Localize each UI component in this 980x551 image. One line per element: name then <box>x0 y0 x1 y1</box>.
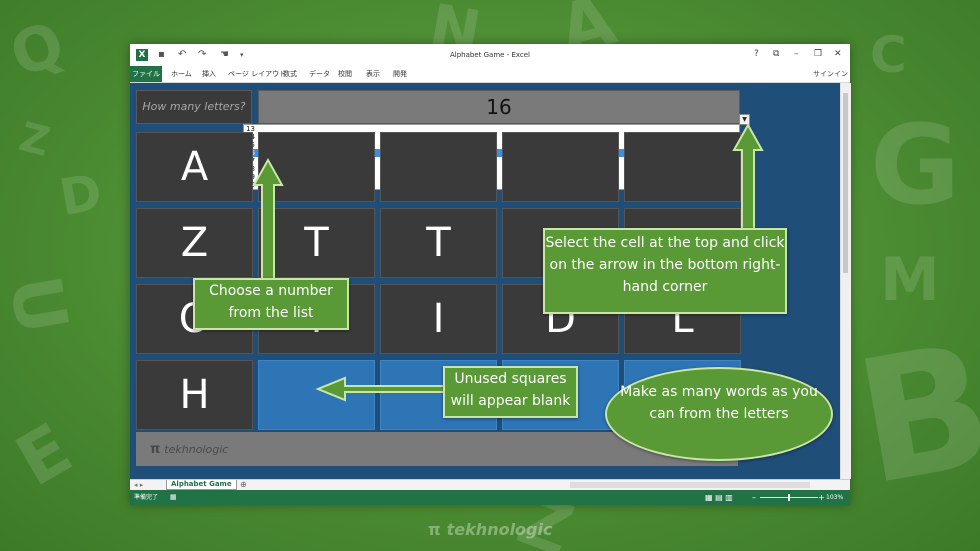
tab-review[interactable]: 校閲 <box>338 69 352 79</box>
zoom-out-icon[interactable]: – <box>752 490 756 505</box>
bg-letter: Q <box>1 8 74 92</box>
bg-letter: E <box>2 407 86 503</box>
sheet-nav-arrows-icon[interactable]: ◂ ▸ <box>134 480 143 490</box>
letter-square[interactable]: H <box>136 360 253 430</box>
view-buttons-icon[interactable]: ▦ ▤ ▥ <box>705 490 733 505</box>
callout-make-words: Make as many words as you can from the l… <box>605 367 833 461</box>
restore-icon[interactable]: ❐ <box>814 49 822 59</box>
status-bar: 準備完了 ▦ ▦ ▤ ▥ – + 103% <box>130 490 850 505</box>
vertical-scrollbar[interactable] <box>840 83 851 479</box>
zoom-slider-knob[interactable] <box>788 494 790 501</box>
close-icon[interactable]: ✕ <box>834 49 842 59</box>
letter-square[interactable] <box>258 360 375 430</box>
callout-make-text: Make as many words as you can from the l… <box>620 384 818 422</box>
macro-icon[interactable]: ▦ <box>170 490 177 505</box>
letter-square[interactable] <box>502 132 619 202</box>
logo-icon: π <box>428 520 441 539</box>
bg-letter: G <box>870 101 961 229</box>
letter-square[interactable]: T <box>380 208 497 278</box>
bg-letter: M <box>880 245 940 315</box>
tab-developer[interactable]: 開発 <box>393 69 407 79</box>
tab-data[interactable]: データ <box>309 69 330 79</box>
footer-logo-text: tekhnologic <box>164 443 229 456</box>
letter-square[interactable] <box>380 132 497 202</box>
tab-page-layout[interactable]: ページ レイアウト <box>228 69 286 79</box>
bg-letter: B <box>843 306 980 524</box>
zoom-level[interactable]: 103% <box>826 490 843 505</box>
bg-letter: C <box>870 26 907 84</box>
letter-count-cell[interactable]: 16 <box>258 90 740 124</box>
how-many-letters-label: How many letters? <box>136 90 252 124</box>
callout-select-text: Select the cell at the top and click on … <box>545 235 785 295</box>
callout-unused-squares: Unused squares will appear blank <box>443 366 578 418</box>
tab-view[interactable]: 表示 <box>366 69 380 79</box>
bg-letter: U <box>0 269 84 341</box>
tab-formulas[interactable]: 数式 <box>283 69 297 79</box>
letter-square[interactable]: A <box>136 132 253 202</box>
tab-insert[interactable]: 挿入 <box>202 69 216 79</box>
callout-choose-text: Choose a number from the list <box>209 283 333 321</box>
letter-square[interactable] <box>624 132 741 202</box>
letter-square[interactable]: I <box>380 284 497 354</box>
bottom-brand-logo: π tekhnologic <box>428 520 552 539</box>
status-ready: 準備完了 <box>134 494 159 501</box>
bg-letter: D <box>55 162 107 228</box>
tab-home[interactable]: ホーム <box>171 69 192 79</box>
callout-choose-number: Choose a number from the list <box>193 278 349 330</box>
sign-in-link[interactable]: サインイン <box>813 69 848 79</box>
scroll-thumb[interactable] <box>843 93 848 273</box>
ribbon-tabs: ファイル ホーム 挿入 ページ レイアウト 数式 データ 校閲 表示 開発 サイ… <box>130 66 850 83</box>
letter-square[interactable]: Z <box>136 208 253 278</box>
horizontal-scrollbar[interactable] <box>570 482 810 488</box>
tab-file[interactable]: ファイル <box>130 66 162 82</box>
ribbon-display-icon[interactable]: ⧉ <box>773 49 779 59</box>
zoom-in-icon[interactable]: + <box>818 490 825 505</box>
title-bar: X ▪ ↶ ↷ ☚ ▾ Alphabet Game - Excel ? ⧉ – … <box>130 44 850 66</box>
dropdown-arrow-icon[interactable]: ▼ <box>739 114 750 125</box>
logo-icon: π <box>150 442 161 457</box>
window-title: Alphabet Game - Excel <box>450 51 530 59</box>
bottom-brand-text: tekhnologic <box>446 520 553 539</box>
bg-letter: Z <box>14 114 55 166</box>
add-sheet-icon[interactable]: ⊕ <box>240 480 247 490</box>
help-icon[interactable]: ? <box>754 49 759 59</box>
footer-logo: π tekhnologic <box>150 442 228 457</box>
callout-unused-text: Unused squares will appear blank <box>450 371 571 409</box>
letter-square[interactable] <box>258 132 375 202</box>
sheet-tab-alphabet-game[interactable]: Alphabet Game <box>166 480 237 490</box>
letter-square[interactable]: T <box>258 208 375 278</box>
minimize-icon[interactable]: – <box>794 49 799 59</box>
callout-select-cell: Select the cell at the top and click on … <box>543 228 787 314</box>
